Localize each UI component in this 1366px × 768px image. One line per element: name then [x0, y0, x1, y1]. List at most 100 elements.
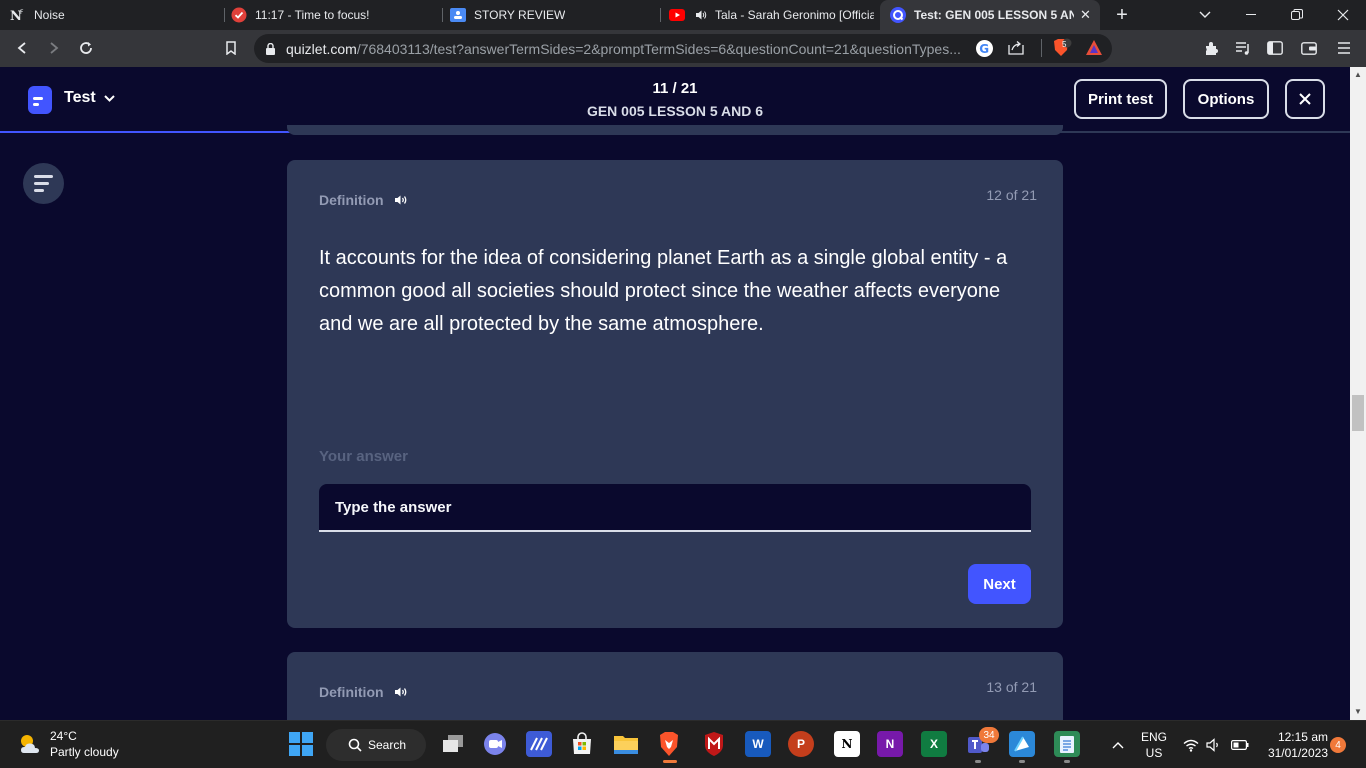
tab-title: Noise: [34, 8, 65, 22]
outline-line: [34, 189, 44, 192]
restore-button[interactable]: [1274, 0, 1320, 30]
brave-shield-count: 5: [1062, 40, 1067, 49]
tab-title: Tala - Sarah Geronimo [Official: [715, 8, 874, 22]
test-header: Test 11 / 21 GEN 005 LESSON 5 AND 6 Prin…: [0, 67, 1350, 133]
clock-time: 12:15 am: [1277, 730, 1328, 744]
next-button[interactable]: Next: [968, 564, 1031, 604]
keyboard-region: US: [1145, 746, 1163, 760]
running-app-indicator: [1064, 760, 1070, 763]
svg-text:F: F: [20, 9, 24, 16]
microsoft-store-icon[interactable]: [569, 731, 595, 757]
speaker-icon[interactable]: [693, 7, 709, 23]
partly-cloudy-icon[interactable]: [17, 731, 43, 757]
tab-title: Test: GEN 005 LESSON 5 AND: [914, 8, 1074, 22]
tab-divider: [660, 8, 661, 22]
question-outline-button[interactable]: [23, 163, 64, 204]
brave-browser-icon[interactable]: [656, 731, 682, 757]
share-icon[interactable]: [1008, 41, 1024, 60]
sidebar-icon[interactable]: [1266, 39, 1284, 57]
file-explorer-icon[interactable]: [613, 731, 639, 757]
taskbar-search[interactable]: Search: [326, 729, 426, 761]
close-window-button[interactable]: [1320, 0, 1366, 30]
options-button[interactable]: Options: [1183, 79, 1269, 119]
lock-icon[interactable]: [266, 42, 275, 60]
forward-button[interactable]: [42, 37, 66, 59]
term-side-label: Definition: [319, 192, 408, 208]
running-app-indicator: [1019, 760, 1025, 763]
previous-question-card: [287, 125, 1063, 135]
close-icon: [1299, 93, 1311, 105]
mcafee-icon[interactable]: [701, 731, 727, 757]
url-text[interactable]: quizlet.com/768403113/test?answerTermSid…: [286, 41, 966, 57]
teams-notification-badge: 34: [979, 727, 999, 743]
wallet-icon[interactable]: [1300, 39, 1318, 57]
weather-temperature[interactable]: 24°C: [50, 729, 77, 743]
outline-line: [34, 182, 49, 185]
active-app-indicator: [663, 760, 677, 763]
running-app-indicator: [975, 760, 981, 763]
tab-title: STORY REVIEW: [474, 8, 566, 22]
print-test-button[interactable]: Print test: [1074, 79, 1167, 119]
new-tab-button[interactable]: +: [1112, 4, 1132, 26]
teams-chat-icon[interactable]: [482, 731, 508, 757]
tab-youtube[interactable]: Tala - Sarah Geronimo [Official: [669, 0, 874, 30]
page-scrollbar[interactable]: ▲ ▼: [1350, 67, 1366, 720]
clock[interactable]: 12:15 am 31/01/2023: [1262, 721, 1328, 768]
excel-icon[interactable]: X: [921, 731, 947, 757]
browser-tab-strip: NF Noise 11:17 - Time to focus! STORY RE…: [0, 0, 1366, 30]
omnibox-divider: [1041, 39, 1042, 57]
battery-icon[interactable]: [1231, 721, 1249, 768]
answer-input[interactable]: [319, 484, 1031, 532]
tab-story-review[interactable]: STORY REVIEW: [450, 0, 655, 30]
google-lens-icon[interactable]: G: [976, 40, 993, 62]
brave-rewards-icon[interactable]: [1086, 40, 1102, 60]
close-test-button[interactable]: [1285, 79, 1325, 119]
classroom-icon: [450, 7, 466, 23]
onenote-icon[interactable]: N: [877, 731, 903, 757]
question-number: 12 of 21: [986, 187, 1037, 203]
answer-label: Your answer: [319, 448, 408, 465]
scroll-thumb[interactable]: [1352, 395, 1364, 431]
app-icon[interactable]: [526, 731, 552, 757]
paint-icon[interactable]: [1009, 731, 1035, 757]
bookmark-icon[interactable]: [219, 37, 243, 59]
media-queue-icon[interactable]: [1234, 39, 1252, 57]
windows-start-icon[interactable]: [288, 731, 314, 757]
show-hidden-icons-chevron-icon[interactable]: [1112, 721, 1124, 768]
volume-icon[interactable]: [1206, 721, 1222, 768]
scroll-down-arrow-icon[interactable]: ▼: [1350, 704, 1366, 718]
task-view-icon[interactable]: [440, 731, 466, 757]
back-button[interactable]: [10, 37, 34, 59]
menu-icon[interactable]: [1335, 39, 1353, 57]
tab-noise[interactable]: NF Noise: [10, 0, 220, 30]
tab-search-chevron-icon[interactable]: [1182, 0, 1228, 30]
scroll-up-arrow-icon[interactable]: ▲: [1350, 67, 1366, 81]
notion-icon[interactable]: N: [834, 731, 860, 757]
clock-date: 31/01/2023: [1267, 746, 1328, 760]
audio-speaker-icon[interactable]: [394, 686, 408, 698]
notification-count-badge[interactable]: 4: [1330, 737, 1346, 753]
minimize-button[interactable]: [1228, 0, 1274, 30]
reload-button[interactable]: [74, 37, 98, 59]
question-prompt: It accounts for the idea of considering …: [319, 247, 1008, 335]
term-side-label: Definition: [319, 684, 408, 700]
extensions-icon[interactable]: [1203, 39, 1221, 57]
notion-icon: NF: [10, 7, 26, 23]
language-indicator[interactable]: ENG US: [1138, 721, 1170, 768]
address-bar[interactable]: quizlet.com/768403113/test?answerTermSid…: [254, 34, 1112, 63]
weather-description[interactable]: Partly cloudy: [50, 745, 119, 759]
word-icon[interactable]: W: [745, 731, 771, 757]
tab-focus-timer[interactable]: 11:17 - Time to focus!: [231, 0, 436, 30]
tab-quizlet-test[interactable]: Test: GEN 005 LESSON 5 AND ✕: [880, 0, 1100, 30]
quizlet-icon: [890, 7, 906, 23]
close-tab-icon[interactable]: ✕: [1080, 7, 1091, 23]
svg-text:G: G: [979, 42, 989, 56]
tab-divider: [224, 8, 225, 22]
wifi-icon[interactable]: [1183, 721, 1199, 768]
powerpoint-icon[interactable]: P: [788, 731, 814, 757]
windows-taskbar: 24°C Partly cloudy Search W P N N X 34 E…: [0, 720, 1366, 768]
browser-toolbar: quizlet.com/768403113/test?answerTermSid…: [0, 30, 1366, 67]
audio-speaker-icon[interactable]: [394, 194, 408, 206]
check-circle-icon: [231, 7, 247, 23]
notepad-icon[interactable]: [1054, 731, 1080, 757]
